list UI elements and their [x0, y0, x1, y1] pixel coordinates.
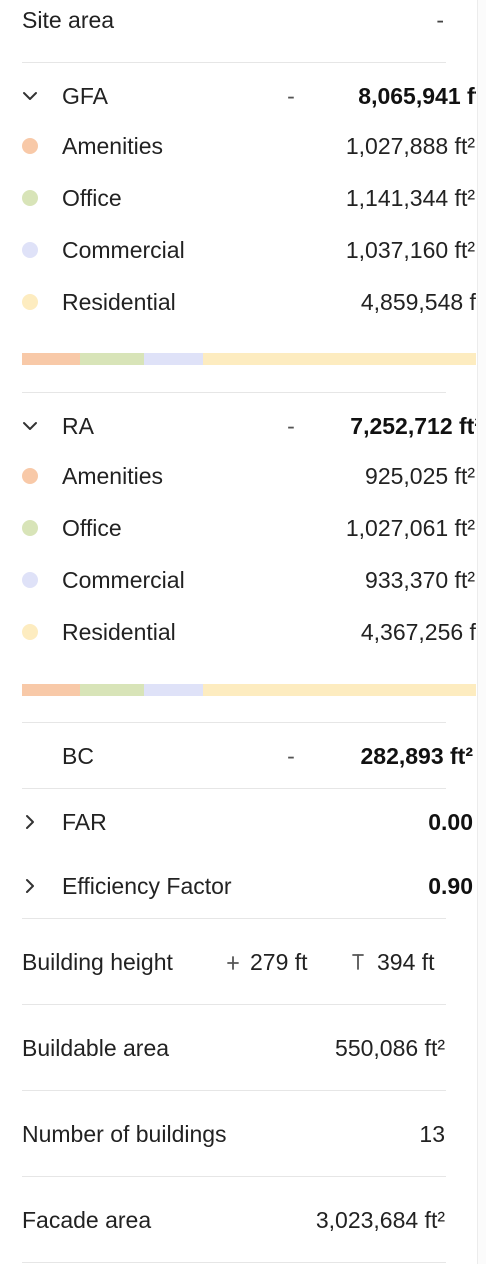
- divider: [22, 392, 446, 393]
- divider: [22, 1004, 446, 1005]
- divider: [22, 1090, 446, 1091]
- ra-residential-row: Residential 4,367,256 ft²: [0, 612, 476, 652]
- ra-commercial-row: Commercial 933,370 ft²: [0, 560, 476, 600]
- ra-amenities-row: Amenities 925,025 ft²: [0, 456, 476, 496]
- buildable-area-label: Buildable area: [22, 1035, 170, 1061]
- ra-bar-segment-residential: [202, 684, 476, 696]
- number-of-buildings-row: Number of buildings 13: [0, 1114, 476, 1154]
- bc-label: BC: [62, 743, 94, 769]
- gfa-amenities-value: 1,027,888 ft²: [345, 133, 475, 159]
- divider: [22, 62, 446, 63]
- gfa-amenities-label: Amenities: [62, 133, 163, 159]
- building-height-max: 394 ft: [377, 949, 435, 975]
- ra-amenities-value: 925,025 ft²: [365, 463, 475, 489]
- ra-amenities-label: Amenities: [62, 463, 163, 489]
- ra-office-value: 1,027,061 ft²: [345, 515, 475, 541]
- ra-office-label: Office: [62, 515, 122, 541]
- ra-label: RA: [62, 413, 94, 439]
- ra-office-row: Office 1,027,061 ft²: [0, 508, 476, 548]
- gfa-residential-row: Residential 4,859,548 ft²: [0, 282, 476, 322]
- divider: [22, 1176, 446, 1177]
- chevron-down-icon[interactable]: [20, 416, 40, 436]
- gfa-office-value: 1,141,344 ft²: [345, 185, 475, 211]
- chevron-right-icon[interactable]: [20, 812, 40, 832]
- ra-total: 7,252,712 ft²: [350, 413, 476, 439]
- facade-area-value: 3,023,684 ft²: [315, 1207, 445, 1233]
- divider: [22, 918, 446, 919]
- number-of-buildings-value: 13: [419, 1121, 445, 1147]
- gfa-office-label: Office: [62, 185, 122, 211]
- gfa-total: 8,065,941 ft²: [358, 83, 476, 109]
- chevron-right-icon[interactable]: [20, 876, 40, 896]
- site-area-value: -: [436, 7, 444, 33]
- office-swatch-dot: [22, 520, 38, 536]
- ra-distribution-bar: [22, 684, 476, 696]
- site-area-row: Site area -: [0, 0, 476, 40]
- gfa-residential-label: Residential: [62, 289, 176, 315]
- gfa-commercial-label: Commercial: [62, 237, 185, 263]
- number-of-buildings-label: Number of buildings: [22, 1121, 227, 1147]
- ra-bar-segment-office: [80, 684, 145, 696]
- ra-commercial-value: 933,370 ft²: [365, 567, 475, 593]
- gfa-office-row: Office 1,141,344 ft²: [0, 178, 476, 218]
- residential-swatch-dot: [22, 294, 38, 310]
- gfa-bar-segment-residential: [202, 353, 476, 365]
- ra-bar-segment-amenities: [22, 684, 81, 696]
- ra-bar-segment-commercial: [144, 684, 203, 696]
- ra-commercial-label: Commercial: [62, 567, 185, 593]
- scrollbar-track[interactable]: [477, 0, 486, 1264]
- building-height-label: Building height: [22, 949, 173, 975]
- chevron-down-icon[interactable]: [20, 86, 40, 106]
- gfa-distribution-bar: [22, 353, 476, 365]
- far-value: 0.00: [428, 809, 473, 835]
- bc-dash: -: [287, 743, 295, 769]
- gfa-dash: -: [287, 83, 295, 109]
- office-swatch-dot: [22, 190, 38, 206]
- divider: [22, 788, 446, 789]
- gfa-header-row[interactable]: GFA - 8,065,941 ft²: [0, 76, 476, 116]
- gfa-bar-segment-commercial: [144, 353, 203, 365]
- gfa-amenities-row: Amenities 1,027,888 ft²: [0, 126, 476, 166]
- efficiency-factor-value: 0.90: [428, 873, 473, 899]
- building-height-min: 279 ft: [250, 949, 308, 975]
- ra-header-row[interactable]: RA - 7,252,712 ft²: [0, 406, 476, 446]
- amenities-swatch-dot: [22, 468, 38, 484]
- gfa-residential-value: 4,859,548 ft²: [360, 289, 476, 315]
- commercial-swatch-dot: [22, 572, 38, 588]
- building-height-row: Building height 279 ft 394 ft: [0, 942, 476, 982]
- facade-area-row: Facade area 3,023,684 ft²: [0, 1200, 476, 1240]
- divider: [22, 722, 446, 723]
- gfa-label: GFA: [62, 83, 109, 109]
- amenities-swatch-dot: [22, 138, 38, 154]
- gfa-bar-segment-amenities: [22, 353, 80, 365]
- bc-value: 282,893 ft²: [360, 743, 473, 769]
- divider: [22, 1262, 446, 1263]
- min-height-icon: [227, 956, 239, 970]
- gfa-commercial-value: 1,037,160 ft²: [345, 237, 475, 263]
- efficiency-factor-label: Efficiency Factor: [62, 873, 232, 899]
- efficiency-factor-row[interactable]: Efficiency Factor 0.90: [0, 866, 476, 906]
- bc-row: BC - 282,893 ft²: [0, 736, 476, 776]
- site-area-label: Site area: [22, 7, 115, 33]
- ra-residential-value: 4,367,256 ft²: [360, 619, 476, 645]
- facade-area-label: Facade area: [22, 1207, 152, 1233]
- gfa-commercial-row: Commercial 1,037,160 ft²: [0, 230, 476, 270]
- max-height-icon: [352, 954, 364, 970]
- buildable-area-row: Buildable area 550,086 ft²: [0, 1028, 476, 1068]
- buildable-area-value: 550,086 ft²: [335, 1035, 445, 1061]
- far-row[interactable]: FAR 0.00: [0, 802, 476, 842]
- metrics-panel: Site area - GFA - 8,065,941 ft² Amenitie…: [0, 0, 476, 1264]
- ra-residential-label: Residential: [62, 619, 176, 645]
- far-label: FAR: [62, 809, 107, 835]
- ra-dash: -: [287, 413, 295, 439]
- gfa-bar-segment-office: [79, 353, 145, 365]
- residential-swatch-dot: [22, 624, 38, 640]
- commercial-swatch-dot: [22, 242, 38, 258]
